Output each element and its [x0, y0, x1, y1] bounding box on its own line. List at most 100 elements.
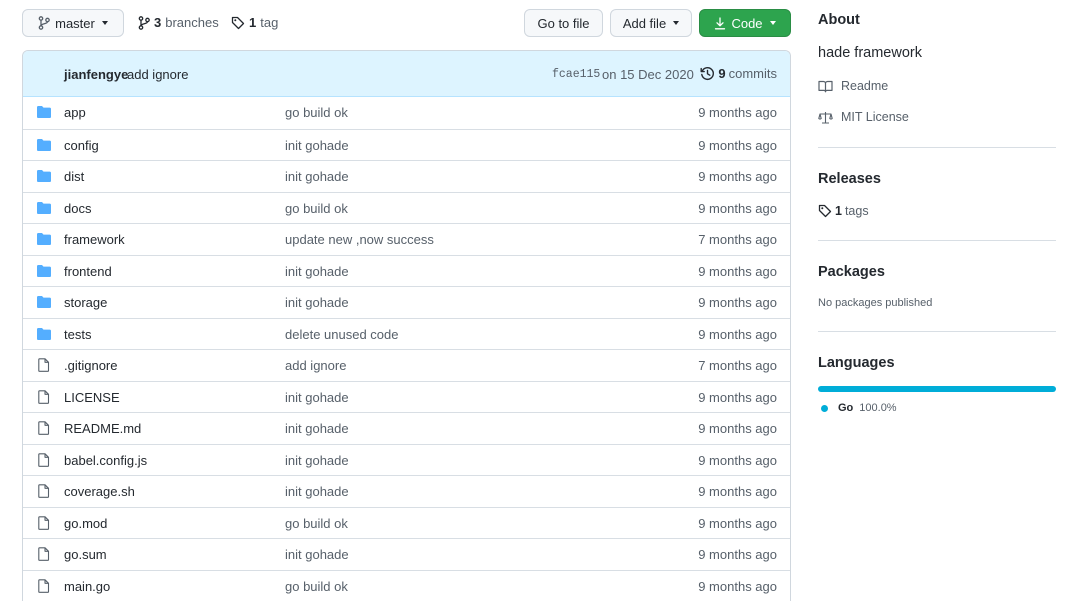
file-commit-message[interactable]: init gohade [285, 264, 349, 279]
file-age: 9 months ago [698, 137, 777, 153]
readme-label: Readme [841, 79, 889, 93]
add-file-button[interactable]: Add file [610, 9, 692, 37]
tags-count: 1 [249, 15, 257, 30]
file-icon [36, 452, 52, 467]
file-age: 9 months ago [698, 389, 777, 405]
readme-link[interactable]: Readme [818, 79, 888, 93]
about-title: About [818, 12, 860, 28]
license-link[interactable]: MIT License [818, 110, 909, 124]
file-age: 9 months ago [698, 200, 777, 216]
folder-icon [36, 327, 52, 341]
languages-title: Languages [818, 355, 895, 371]
release-tags-link[interactable]: 1 tags [818, 204, 869, 218]
branches-link[interactable]: 3 branches [138, 15, 219, 30]
branch-select-button[interactable]: master [22, 9, 124, 37]
file-age: 9 months ago [698, 326, 777, 342]
file-commit-message[interactable]: init gohade [285, 484, 349, 499]
file-commit-message[interactable]: go build ok [285, 516, 348, 531]
book-icon [818, 80, 833, 92]
file-name[interactable]: coverage.sh [64, 484, 135, 499]
file-name[interactable]: tests [64, 327, 91, 342]
file-row[interactable]: go.mod go build ok 9 months ago [23, 506, 790, 539]
file-row[interactable]: LICENSE init gohade 9 months ago [23, 380, 790, 413]
file-name[interactable]: go.mod [64, 516, 107, 531]
code-button[interactable]: Code [699, 9, 791, 37]
file-row[interactable]: config init gohade 9 months ago [23, 128, 790, 161]
file-commit-message[interactable]: init gohade [285, 421, 349, 436]
commits-link[interactable]: 9 commits [700, 66, 777, 81]
file-age: 7 months ago [698, 232, 777, 247]
folder-icon [36, 105, 52, 119]
file-name[interactable]: dist [64, 169, 84, 184]
file-row[interactable]: main.go go build ok 9 months ago [23, 569, 790, 601]
file-name[interactable]: babel.config.js [64, 453, 147, 468]
file-list: app go build ok 9 months ago config init goh… [23, 97, 790, 601]
file-row[interactable]: storage init gohade 9 months ago [23, 286, 790, 318]
file-name[interactable]: go.sum [64, 547, 107, 562]
file-commit-message[interactable]: add ignore [285, 358, 346, 373]
file-icon [36, 358, 52, 372]
tags-link[interactable]: 1 tag [231, 15, 278, 30]
folder-icon [36, 138, 52, 152]
go-to-file-button[interactable]: Go to file [524, 9, 603, 37]
chevron-down-icon [101, 21, 108, 25]
file-commit-message[interactable]: go build ok [285, 201, 348, 216]
file-row[interactable]: babel.config.js init gohade 9 months ago [23, 443, 790, 476]
file-name[interactable]: README.md [64, 421, 141, 436]
file-commit-message[interactable]: go build ok [285, 579, 348, 594]
file-name[interactable]: storage [64, 295, 107, 310]
file-age: 9 months ago [698, 421, 777, 436]
file-row[interactable]: go.sum init gohade 9 months ago [23, 538, 790, 570]
file-row[interactable]: tests delete unused code 9 months ago [23, 317, 790, 350]
latest-commit-bar: jianfengye add ignore fcae115 on 15 Dec … [23, 51, 790, 97]
tags-label: tag [260, 15, 279, 30]
commit-sha[interactable]: fcae115 [552, 68, 600, 81]
commit-message[interactable]: add ignore [127, 67, 188, 82]
license-label: MIT License [841, 110, 909, 124]
file-age: 9 months ago [698, 105, 777, 120]
file-name[interactable]: framework [64, 232, 125, 247]
packages-title[interactable]: Packages [818, 264, 885, 280]
language-item[interactable]: Go 100.0% [821, 402, 897, 414]
file-commit-message[interactable]: update new ,now success [285, 232, 434, 247]
file-row[interactable]: dist init gohade 9 months ago [23, 160, 790, 192]
file-name[interactable]: .gitignore [64, 358, 117, 373]
releases-title[interactable]: Releases [818, 171, 881, 187]
file-name[interactable]: LICENSE [64, 390, 120, 405]
law-icon [818, 111, 833, 124]
history-icon [700, 67, 715, 81]
file-name[interactable]: config [64, 138, 99, 153]
commit-date: on 15 Dec 2020 [602, 67, 694, 82]
folder-icon [36, 169, 52, 183]
file-row[interactable]: app go build ok 9 months ago [23, 97, 790, 129]
language-percent: 100.0% [859, 402, 897, 414]
branches-count: 3 [154, 15, 162, 30]
file-commit-message[interactable]: delete unused code [285, 327, 398, 342]
commit-author[interactable]: jianfengye [64, 67, 128, 82]
file-row[interactable]: frontend init gohade 9 months ago [23, 254, 790, 287]
file-age: 9 months ago [698, 578, 777, 594]
branches-label: branches [165, 15, 219, 30]
file-row[interactable]: docs go build ok 9 months ago [23, 191, 790, 224]
file-name[interactable]: app [64, 105, 86, 120]
tag-icon [818, 204, 832, 218]
file-icon [36, 515, 52, 530]
file-name[interactable]: docs [64, 201, 91, 216]
file-commit-message[interactable]: go build ok [285, 105, 348, 120]
file-commit-message[interactable]: init gohade [285, 547, 349, 562]
file-row[interactable]: .gitignore add ignore 7 months ago [23, 349, 790, 381]
file-name[interactable]: main.go [64, 579, 110, 594]
file-commit-message[interactable]: init gohade [285, 390, 349, 405]
file-row[interactable]: coverage.sh init gohade 9 months ago [23, 475, 790, 507]
file-commit-message[interactable]: init gohade [285, 169, 349, 184]
file-name[interactable]: frontend [64, 264, 112, 279]
go-to-file-label: Go to file [537, 15, 590, 31]
file-commit-message[interactable]: init gohade [285, 453, 349, 468]
file-commit-message[interactable]: init gohade [285, 138, 349, 153]
file-row[interactable]: README.md init gohade 9 months ago [23, 412, 790, 444]
release-tags-label: tags [844, 204, 869, 218]
file-commit-message[interactable]: init gohade [285, 295, 349, 310]
file-row[interactable]: framework update new ,now success 7 months… [23, 223, 790, 255]
language-bar [818, 386, 1056, 392]
download-icon [715, 16, 726, 29]
